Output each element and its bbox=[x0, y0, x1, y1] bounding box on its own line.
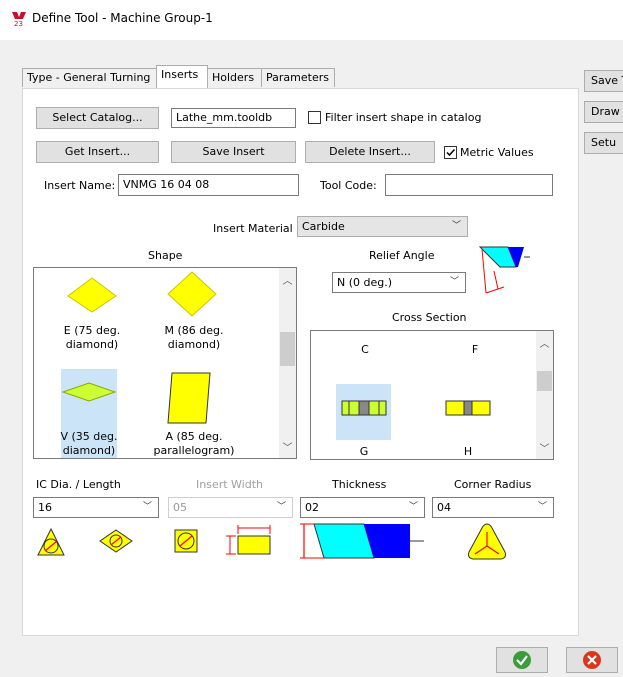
ok-button[interactable] bbox=[496, 647, 548, 673]
a-parallelogram-insert-icon[interactable] bbox=[166, 372, 212, 424]
ic-square-diagram-icon bbox=[174, 529, 198, 553]
insert-width-select[interactable]: 05 ﹀ bbox=[168, 497, 293, 518]
thickness-label: Thickness bbox=[332, 478, 387, 491]
shape-item-v-line2: diamond) bbox=[62, 444, 116, 457]
tool-code-label: Tool Code: bbox=[320, 179, 377, 192]
m-diamond-insert-icon[interactable] bbox=[162, 270, 224, 318]
cross-section-item-c[interactable]: C bbox=[355, 343, 375, 356]
tab-inserts[interactable]: Inserts bbox=[156, 65, 208, 88]
relief-angle-value: N (0 deg.) bbox=[337, 276, 393, 289]
get-insert-button[interactable]: Get Insert... bbox=[36, 141, 159, 163]
draw-button[interactable]: Draw bbox=[584, 101, 623, 123]
relief-angle-select[interactable]: N (0 deg.) ﹀ bbox=[332, 272, 466, 293]
corner-radius-diagram-icon bbox=[468, 523, 506, 560]
relief-angle-diagram-icon bbox=[478, 246, 530, 294]
shape-scrollbar[interactable]: ︿ ﹀ bbox=[279, 268, 296, 458]
shape-listbox[interactable]: E (75 deg. diamond) M (86 deg. diamond) … bbox=[33, 267, 297, 459]
scroll-down-icon[interactable]: ﹀ bbox=[536, 440, 553, 455]
insert-width-diagram-icon bbox=[226, 525, 271, 555]
cross-section-item-h[interactable]: H bbox=[458, 445, 478, 458]
shape-item-m-line1: M (86 deg. bbox=[164, 324, 224, 337]
cross-section-heading: Cross Section bbox=[392, 311, 467, 324]
shape-item-a-line1: A (85 deg. bbox=[165, 430, 223, 443]
shape-scroll-thumb[interactable] bbox=[280, 332, 295, 366]
thickness-select[interactable]: 02 ﹀ bbox=[300, 497, 425, 518]
insert-width-label: Insert Width bbox=[196, 478, 264, 491]
chevron-down-icon: ﹀ bbox=[451, 221, 461, 231]
cross-section-scroll-thumb[interactable] bbox=[537, 371, 552, 391]
tab-holders[interactable]: Holders bbox=[207, 68, 262, 87]
chevron-down-icon: ﹀ bbox=[142, 502, 152, 512]
chevron-down-icon: ﹀ bbox=[408, 502, 418, 512]
ic-length-select[interactable]: 16 ﹀ bbox=[33, 497, 159, 518]
scroll-down-icon[interactable]: ﹀ bbox=[279, 439, 296, 454]
setup-button[interactable]: Setu bbox=[584, 132, 623, 154]
cancel-button[interactable] bbox=[566, 647, 618, 673]
tab-type-general-turning[interactable]: Type - General Turning bbox=[22, 68, 157, 87]
shape-item-e-line1: E (75 deg. bbox=[63, 324, 121, 337]
corner-radius-value: 04 bbox=[437, 501, 451, 514]
scroll-up-icon[interactable]: ︿ bbox=[536, 335, 553, 350]
e-diamond-insert-icon[interactable] bbox=[62, 274, 122, 314]
save-tool-button[interactable]: Save T bbox=[584, 70, 623, 92]
chevron-down-icon: ﹀ bbox=[537, 502, 547, 512]
insert-width-value: 05 bbox=[173, 501, 187, 514]
g-cross-section-icon[interactable] bbox=[341, 399, 387, 417]
green-check-icon bbox=[513, 651, 531, 669]
cross-section-item-f[interactable]: F bbox=[465, 343, 485, 356]
corner-radius-label: Corner Radius bbox=[454, 478, 532, 491]
insert-material-label: Insert Material bbox=[213, 222, 293, 235]
shape-item-m-line2: diamond) bbox=[167, 338, 221, 351]
cross-section-listbox[interactable]: C F G H ︿ ﹀ bbox=[310, 330, 554, 460]
filter-insert-checkbox[interactable] bbox=[308, 111, 321, 124]
tool-code-field[interactable] bbox=[385, 174, 553, 196]
catalog-file-field[interactable]: Lathe_mm.tooldb bbox=[171, 108, 296, 128]
ic-length-label: IC Dia. / Length bbox=[36, 478, 121, 491]
relief-angle-heading: Relief Angle bbox=[369, 249, 435, 262]
corner-radius-select[interactable]: 04 ﹀ bbox=[432, 497, 554, 518]
h-cross-section-icon[interactable] bbox=[445, 399, 491, 417]
insert-name-label: Insert Name: bbox=[44, 179, 116, 192]
red-cancel-icon bbox=[583, 651, 601, 669]
filter-insert-label: Filter insert shape in catalog bbox=[325, 111, 482, 124]
metric-values-label: Metric Values bbox=[460, 146, 534, 159]
insert-name-field[interactable]: VNMG 16 04 08 bbox=[118, 174, 299, 196]
app-logo-icon: 23 bbox=[12, 12, 26, 27]
insert-material-value: Carbide bbox=[302, 220, 345, 233]
window-title: Define Tool - Machine Group-1 bbox=[32, 11, 213, 25]
shape-heading: Shape bbox=[148, 249, 183, 262]
thickness-diagram-icon bbox=[300, 523, 424, 559]
select-catalog-button[interactable]: Select Catalog... bbox=[36, 107, 159, 129]
svg-text:23: 23 bbox=[14, 20, 23, 27]
delete-insert-button[interactable]: Delete Insert... bbox=[305, 141, 435, 163]
scroll-up-icon[interactable]: ︿ bbox=[279, 272, 296, 287]
checkmark-icon bbox=[446, 148, 456, 157]
ic-length-value: 16 bbox=[38, 501, 52, 514]
chevron-down-icon: ﹀ bbox=[449, 277, 459, 287]
ic-triangle-diagram-icon bbox=[37, 527, 65, 556]
cross-section-scrollbar[interactable]: ︿ ﹀ bbox=[536, 331, 553, 459]
shape-item-a-line2: parallelogram) bbox=[153, 444, 235, 457]
shape-item-v-line1: V (35 deg. bbox=[60, 430, 118, 443]
save-insert-button[interactable]: Save Insert bbox=[171, 141, 296, 163]
tab-parameters[interactable]: Parameters bbox=[261, 68, 335, 87]
insert-material-select[interactable]: Carbide ﹀ bbox=[297, 216, 468, 237]
chevron-down-icon: ﹀ bbox=[276, 502, 286, 512]
thickness-value: 02 bbox=[305, 501, 319, 514]
v-diamond-insert-icon[interactable] bbox=[61, 380, 117, 404]
metric-values-checkbox[interactable] bbox=[444, 146, 457, 159]
shape-item-e-line2: diamond) bbox=[65, 338, 119, 351]
cross-section-item-g[interactable]: G bbox=[354, 445, 374, 458]
ic-diamond-diagram-icon bbox=[99, 529, 133, 553]
